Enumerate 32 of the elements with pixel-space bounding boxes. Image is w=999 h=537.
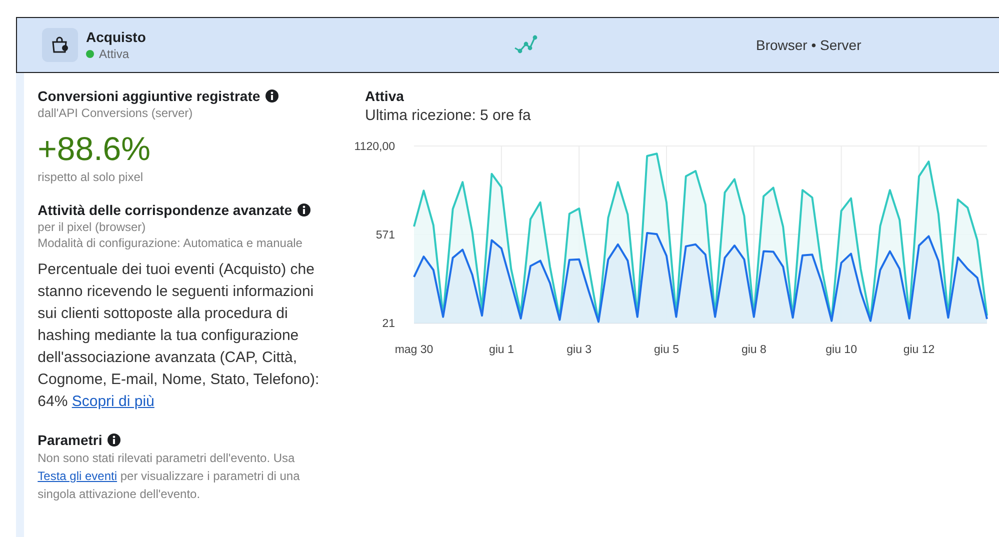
parameters-note: Non sono stati rilevati parametri dell'evento. Usa Testa gli eventi per visualizzare i parametri di una singola attivazione dell'evento. [38, 450, 301, 503]
percentage-caption: rispetto al solo pixel [38, 169, 144, 185]
section-subtitle: dall'API Conversions (server) [38, 105, 194, 121]
y-tick-label: 571 [376, 229, 395, 242]
y-tick-label: 1120,00 [354, 141, 395, 153]
section-title: Conversioni aggiuntive registrate [38, 87, 260, 105]
section-subtitle: per il pixel (browser) [38, 219, 147, 235]
conversion-percentage: +88.6% [38, 129, 152, 169]
x-tick-label: giu 5 [654, 344, 679, 356]
trend-icon [514, 35, 538, 55]
info-icon[interactable] [107, 433, 122, 447]
status-label: Attiva [99, 46, 130, 62]
test-events-link[interactable]: Testa gli eventi [38, 469, 118, 483]
info-icon[interactable] [297, 203, 312, 217]
x-tick-label: giu 8 [741, 344, 766, 356]
x-tick-label: giu 3 [566, 344, 592, 356]
x-tick-label: mag 30 [394, 344, 434, 356]
chart-title: Attiva [365, 87, 405, 105]
event-name: Acquisto [86, 28, 147, 46]
description-paragraph: Percentuale dei tuoi eventi (Acquisto) che stanno ricevendo le seguenti informazioni sui clienti sottoposte alla procedura di hashing mediante la tua configurazione dell'associazione avanzata (CAP, Città, Cognome, E-mail, Nome, Stato, Telefono): 64% Scopri di più [38, 260, 320, 412]
configuration-mode: Modalità di configurazione: Automatica e manuale [38, 235, 304, 251]
section-title: Parametri [38, 431, 102, 449]
x-tick-label: giu 1 [488, 344, 514, 356]
section-title: Attività delle corrispondenze avanzate [38, 201, 292, 219]
shopping-bag-icon [50, 35, 70, 55]
last-received-text: Ultima ricezione: 5 ore fa [365, 106, 532, 126]
y-tick-label: 21 [382, 318, 395, 330]
info-icon[interactable] [265, 89, 280, 103]
x-tick-label: giu 10 [826, 344, 857, 356]
x-tick-label: giu 12 [903, 344, 935, 356]
data-sources: Browser • Server [756, 37, 862, 53]
learn-more-link[interactable]: Scopri di più [72, 393, 154, 410]
